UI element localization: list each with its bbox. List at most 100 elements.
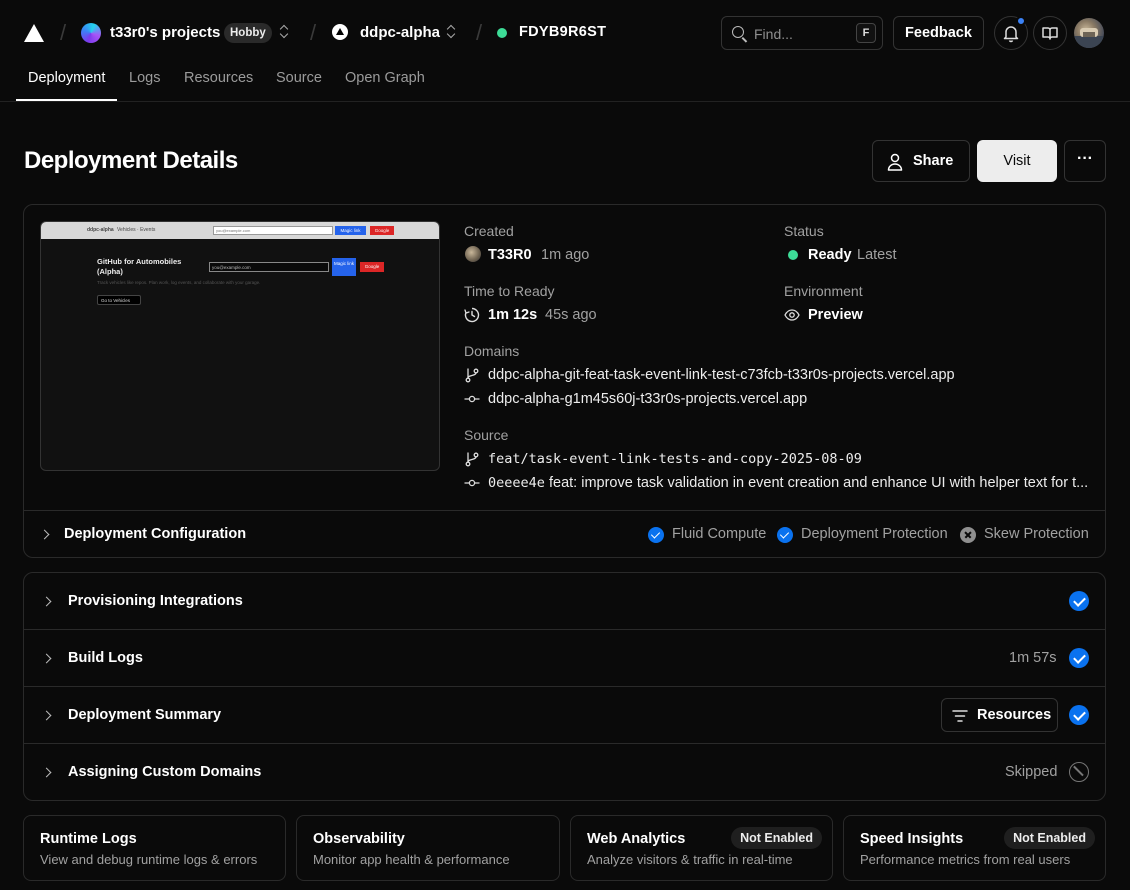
runtime-logs-card[interactable]: Runtime Logs View and debug runtime logs… — [23, 815, 286, 881]
step-build-logs[interactable]: Build Logs 1m 57s — [24, 630, 1105, 687]
preview-hero-google: Google — [360, 262, 384, 272]
vercel-logo-icon[interactable] — [24, 24, 44, 42]
check-circle-icon — [648, 527, 664, 543]
find-box[interactable]: F — [721, 16, 883, 50]
deployment-configuration-row[interactable]: Deployment Configuration Fluid Compute D… — [24, 510, 1105, 557]
card-description: View and debug runtime logs & errors — [40, 852, 258, 867]
git-branch-icon — [465, 368, 479, 383]
check-circle-icon — [1069, 705, 1089, 725]
filter-lines-icon — [952, 710, 968, 722]
tab-logs[interactable]: Logs — [129, 70, 160, 86]
share-label: Share — [913, 153, 954, 169]
clock-icon — [464, 307, 480, 323]
preview-hero-subtitle: Track vehicles like repos. Plan work, lo… — [97, 280, 261, 285]
card-description: Analyze visitors & traffic in real-time — [587, 852, 793, 867]
card-title: Runtime Logs — [40, 831, 137, 847]
skipped-circle-icon — [1069, 762, 1089, 782]
more-options-button[interactable]: ··· — [1064, 140, 1106, 182]
share-button[interactable]: Share — [872, 140, 970, 182]
build-steps-card: Provisioning Integrations Build Logs 1m … — [23, 572, 1106, 801]
chevron-right-icon — [41, 596, 52, 607]
preview-google-button: Google — [370, 226, 394, 235]
preview-hero-email-input: you@example.com — [209, 262, 329, 272]
commit-sha[interactable]: 0eeee4e — [488, 475, 545, 491]
preview-eye-icon — [784, 309, 800, 321]
created-label: Created — [464, 223, 514, 239]
step-name: Assigning Custom Domains — [68, 764, 262, 780]
book-icon — [1042, 27, 1058, 40]
resources-button[interactable]: Resources — [941, 698, 1058, 732]
step-assigning-custom-domains[interactable]: Assigning Custom Domains Skipped — [24, 744, 1105, 801]
created-ago: 1m ago — [541, 247, 590, 263]
person-icon — [887, 153, 903, 171]
step-provisioning-integrations[interactable]: Provisioning Integrations — [24, 573, 1105, 630]
x-circle-icon — [960, 527, 976, 543]
deployment-id[interactable]: FDYB9R6ST — [519, 24, 606, 40]
git-commit-icon — [464, 479, 480, 487]
chevron-right-icon — [41, 710, 52, 721]
step-name: Provisioning Integrations — [68, 593, 243, 609]
card-title: Observability — [313, 831, 405, 847]
creator-name[interactable]: T33R0 — [488, 247, 532, 263]
time-to-ready-label: Time to Ready — [464, 283, 555, 299]
observability-card[interactable]: Observability Monitor app health & perfo… — [296, 815, 560, 881]
tab-deployment[interactable]: Deployment — [28, 70, 105, 86]
source-label: Source — [464, 427, 509, 443]
check-circle-icon — [1069, 648, 1089, 668]
card-title: Web Analytics — [587, 831, 686, 847]
find-input[interactable] — [754, 24, 844, 44]
chevron-right-icon — [39, 529, 50, 540]
environment-value: Preview — [808, 307, 863, 323]
step-name: Deployment Summary — [68, 707, 222, 723]
team-switcher-icon[interactable] — [279, 24, 289, 40]
avatar-photo — [1074, 28, 1104, 48]
tab-resources[interactable]: Resources — [184, 70, 253, 86]
active-tab-indicator — [16, 99, 117, 101]
status-badge: Not Enabled — [1004, 827, 1095, 849]
user-avatar[interactable] — [1074, 18, 1104, 48]
status-latest-tag: Latest — [857, 247, 897, 263]
preview-hero-magic-link: Magic link — [332, 258, 356, 276]
search-icon — [732, 26, 744, 38]
step-duration: 1m 57s — [1009, 650, 1057, 666]
environment-label: Environment — [784, 283, 863, 299]
feedback-button[interactable]: Feedback — [893, 16, 984, 50]
status-label: Status — [784, 223, 824, 239]
check-circle-icon — [1069, 591, 1089, 611]
tab-source[interactable]: Source — [276, 70, 322, 86]
deployment-configuration-title: Deployment Configuration — [64, 526, 247, 542]
creator-avatar — [465, 246, 481, 262]
project-switcher-icon[interactable] — [446, 24, 456, 40]
project-icon — [332, 24, 348, 40]
preview-email-input: you@example.com — [213, 226, 333, 235]
deployment-preview-thumbnail[interactable]: ddpc-alpha Vehicles · Events you@example… — [40, 221, 440, 471]
top-navigation: / t33r0's projects Hobby / ddpc-alpha / … — [0, 0, 1130, 66]
breadcrumb-separator: / — [310, 20, 317, 45]
chevron-right-icon — [41, 653, 52, 664]
breadcrumb-separator: / — [476, 20, 483, 45]
status-ready-dot — [788, 250, 798, 260]
tab-open-graph[interactable]: Open Graph — [345, 70, 425, 86]
preview-hero-title: GitHub for Automobiles (Alpha) — [97, 257, 182, 276]
project-name[interactable]: ddpc-alpha — [360, 24, 440, 41]
git-branch-icon — [465, 452, 479, 467]
step-deployment-summary[interactable]: Deployment Summary Resources — [24, 687, 1105, 744]
check-circle-icon — [777, 527, 793, 543]
docs-button[interactable] — [1033, 16, 1067, 50]
commit-message[interactable]: feat: improve task validation in event c… — [549, 475, 1089, 491]
breadcrumb-separator: / — [60, 20, 67, 45]
visit-button[interactable]: Visit — [977, 140, 1057, 182]
preview-nav-links: Vehicles · Events — [117, 227, 156, 233]
card-title: Speed Insights — [860, 831, 964, 847]
status-value: Ready — [808, 247, 852, 263]
domain-link[interactable]: ddpc-alpha-g1m45s60j-t33r0s-projects.ver… — [488, 391, 807, 407]
preview-cta-button: Go to Vehicles — [97, 295, 141, 305]
notification-indicator — [1016, 16, 1026, 26]
speed-insights-card[interactable]: Speed Insights Not Enabled Performance m… — [843, 815, 1106, 881]
feature-deployment-protection: Deployment Protection — [801, 526, 948, 542]
web-analytics-card[interactable]: Web Analytics Not Enabled Analyze visito… — [570, 815, 833, 881]
source-branch[interactable]: feat/task-event-link-tests-and-copy-2025… — [488, 451, 862, 467]
feature-fluid-compute: Fluid Compute — [672, 526, 767, 542]
domain-link[interactable]: ddpc-alpha-git-feat-task-event-link-test… — [488, 367, 955, 383]
team-name[interactable]: t33r0's projects — [110, 24, 220, 41]
